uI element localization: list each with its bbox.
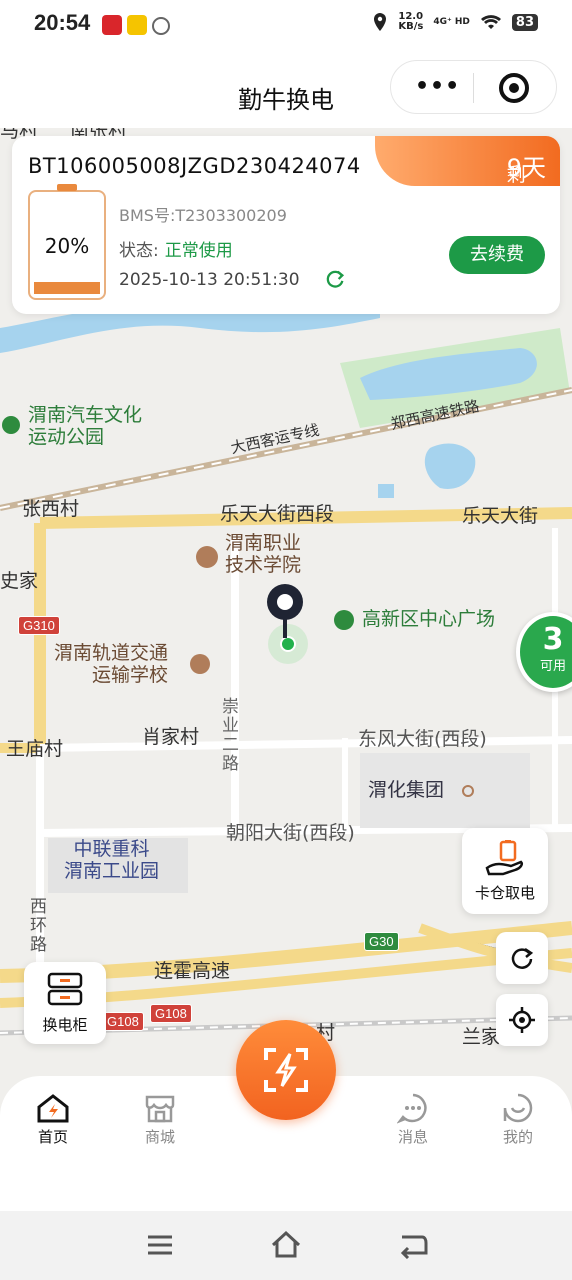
- map-label-jia: 史家: [0, 570, 39, 592]
- park-poi-icon: [2, 416, 20, 434]
- store-icon: [145, 1095, 175, 1123]
- remaining-days-tag: 剩余: 9天: [375, 136, 560, 213]
- current-location-pin: [264, 582, 314, 670]
- locate-icon: [509, 1007, 535, 1033]
- device-info-card: BT106005008JZGD230424074 剩余: 9天 20% BMS号…: [12, 136, 560, 314]
- map-label-zhangxi: 张西村: [22, 498, 80, 520]
- app-notification-icon: [102, 15, 122, 35]
- road-shield-g108-b: G108: [150, 1004, 192, 1023]
- message-icon: [397, 1093, 427, 1124]
- map-pin-icon: [267, 584, 308, 664]
- nav-mall[interactable]: 商城: [120, 1090, 200, 1147]
- map-label-weihua: 渭化集团: [368, 779, 445, 801]
- road-shield-g30: G30: [364, 932, 399, 951]
- nav-mall-label: 商城: [144, 1128, 175, 1146]
- available-label: 可用: [539, 659, 566, 674]
- scan-lightning-icon: [264, 1048, 308, 1092]
- map-label-plaza: 高新区中心广场: [362, 608, 496, 630]
- net-type: 4G⁺ HD: [433, 17, 470, 27]
- weihua-poi-icon: [462, 785, 474, 797]
- school-poi-icon: [196, 546, 218, 568]
- road-shield-g108-a: G108: [102, 1012, 144, 1031]
- menu-icon[interactable]: [146, 1233, 174, 1257]
- update-timestamp: 2025-10-13 20:51:30: [119, 270, 300, 290]
- cabinet-icon: [47, 972, 83, 1006]
- map-label-chongye: 崇 业 二 路: [222, 697, 239, 774]
- battery-fill: [34, 282, 100, 294]
- map-label-chaoyang: 朝阳大街(西段): [226, 822, 355, 844]
- nav-messages[interactable]: 消息: [373, 1090, 453, 1147]
- card-take-power-button[interactable]: 卡仓取电: [462, 828, 548, 914]
- map-label-lianhuo: 连霍高速: [154, 960, 231, 982]
- status-right: 12.0 KB/s 4G⁺ HD 83: [372, 12, 538, 32]
- more-menu-button[interactable]: •••: [415, 74, 460, 99]
- profile-icon: [503, 1093, 533, 1123]
- map-label-zhonglian: 中联重科 渭南工业园: [64, 838, 160, 882]
- hand-battery-icon: [485, 840, 523, 876]
- battery-cap: [57, 184, 77, 191]
- net-speed: 12.0 KB/s: [398, 11, 424, 32]
- meituan-icon: [127, 15, 147, 35]
- nav-mine-label: 我的: [502, 1128, 533, 1146]
- map-label-college: 渭南职业 技术学院: [225, 532, 302, 576]
- plaza-poi-icon: [334, 610, 354, 630]
- home-icon: [37, 1094, 69, 1123]
- system-nav-bar: [0, 1211, 572, 1280]
- location-icon: [374, 13, 387, 31]
- refresh-status-icon[interactable]: [324, 268, 346, 290]
- refresh-icon: [511, 947, 534, 969]
- swap-cabinet-button[interactable]: 换电柜: [24, 962, 106, 1044]
- map-label-letian: 乐天大街: [462, 505, 539, 527]
- home-system-icon[interactable]: [270, 1229, 302, 1259]
- locate-me-button[interactable]: [496, 994, 548, 1046]
- nav-home-label: 首页: [37, 1128, 68, 1146]
- map-label-xihuan: 西 环 路: [30, 897, 47, 955]
- available-count: 3: [542, 622, 564, 657]
- wifi-icon: [480, 15, 501, 29]
- nav-mine[interactable]: 我的: [478, 1090, 558, 1147]
- status-label: 状态:: [119, 241, 159, 261]
- status-bar: 20:54 12.0 KB/s 4G⁺ HD 83: [0, 0, 572, 50]
- scan-swap-button[interactable]: [236, 1020, 336, 1120]
- refresh-map-button[interactable]: [496, 932, 548, 984]
- renew-button[interactable]: 去续费: [449, 236, 545, 274]
- road-shield-g310: G310: [18, 616, 60, 635]
- battery-level: 83: [511, 13, 538, 31]
- mini-program-capsule: •••: [390, 60, 557, 114]
- bms-number: BMS号:T2303300209: [119, 206, 287, 225]
- map-label-dongfeng: 东风大街(西段): [358, 728, 487, 750]
- capsule-divider: [473, 73, 474, 103]
- back-icon[interactable]: [398, 1231, 428, 1259]
- map-label-xiaojia: 肖家村: [142, 726, 200, 748]
- school-poi-icon-2: [190, 654, 210, 674]
- device-serial: BT106005008JZGD230424074: [28, 154, 361, 178]
- remaining-prefix: 剩余:: [506, 164, 533, 213]
- status-value: 正常使用: [164, 241, 233, 261]
- nav-home[interactable]: 首页: [13, 1090, 93, 1147]
- swap-cabinet-label: 换电柜: [42, 1016, 88, 1034]
- map-label-transport-school: 渭南轨道交通 运输学校: [54, 642, 169, 686]
- battery-gauge: 20%: [28, 184, 106, 300]
- status-time: 20:54: [34, 10, 91, 35]
- map-label-wangmiao: 王庙村: [6, 738, 64, 760]
- map-label-lanjia: 兰家: [462, 1026, 501, 1048]
- battery-percent: 20%: [44, 234, 90, 258]
- close-target-icon[interactable]: [499, 73, 529, 103]
- card-take-power-label: 卡仓取电: [474, 884, 535, 902]
- status-line: 状态: 正常使用: [119, 236, 233, 261]
- map-label-letian-west: 乐天大街西段: [220, 503, 335, 525]
- nfc-icon: [152, 17, 170, 35]
- nav-messages-label: 消息: [397, 1128, 428, 1146]
- map-label-park: 渭南汽车文化 运动公园: [28, 404, 143, 448]
